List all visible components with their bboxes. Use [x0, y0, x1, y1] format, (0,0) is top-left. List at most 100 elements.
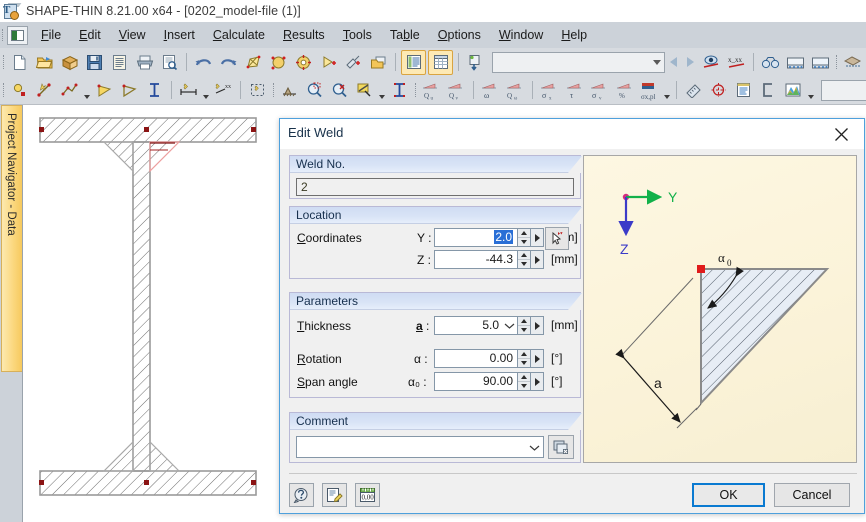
result-omega-icon[interactable]: ω [479, 79, 502, 102]
result-qv-icon[interactable]: Qv [445, 79, 468, 102]
new-file-icon[interactable] [8, 51, 31, 74]
new-polyline-icon[interactable] [58, 79, 81, 102]
menu-item-view[interactable]: View [110, 25, 155, 45]
result-percent-icon[interactable]: % [613, 79, 636, 102]
print-preview-icon[interactable] [158, 51, 181, 74]
open-folder-icon[interactable] [33, 51, 56, 74]
dimension-xx-icon[interactable]: xx [212, 79, 235, 102]
open-package-icon[interactable] [58, 51, 81, 74]
new-element-icon[interactable] [93, 79, 116, 102]
toolbar-grip-4[interactable] [270, 79, 277, 101]
dimension-icon[interactable] [177, 79, 200, 102]
comment-combo[interactable] [296, 436, 544, 458]
notes-icon[interactable] [322, 483, 347, 507]
new-line-icon[interactable] [33, 79, 56, 102]
zoom-window-icon[interactable] [303, 79, 326, 102]
coord-y-spinner[interactable] [518, 228, 531, 247]
result-sigma-xpl-icon[interactable]: σx,pl [638, 79, 661, 102]
coord-z-spin-up[interactable] [518, 251, 530, 259]
rotation-spin-up[interactable] [518, 350, 530, 358]
color-palette-icon[interactable] [782, 79, 805, 102]
binoculars-icon[interactable] [759, 51, 782, 74]
thickness-more-button[interactable] [531, 316, 544, 335]
coord-z-input[interactable]: -44.3 [434, 250, 518, 269]
crop-icon[interactable] [757, 79, 780, 102]
new-polyline-dropdown-icon[interactable] [82, 76, 92, 105]
coord-z-more-button[interactable] [531, 250, 544, 269]
coord-y-input[interactable]: 2.0 [434, 228, 518, 247]
comment-chevron-down-icon[interactable] [527, 439, 541, 456]
select-node-icon[interactable] [267, 51, 290, 74]
print-icon[interactable] [133, 51, 156, 74]
menu-item-window[interactable]: Window [490, 25, 552, 45]
project-navigator-tab[interactable]: Project Navigator - Data [1, 105, 22, 372]
coord-y-more-button[interactable] [531, 228, 544, 247]
ruler-icon[interactable] [682, 79, 705, 102]
menu-item-calculate[interactable]: Calculate [204, 25, 274, 45]
result-qu-icon[interactable]: Qu [420, 79, 443, 102]
nodal-support-icon[interactable] [278, 79, 301, 102]
result-tau-icon[interactable]: τ [563, 79, 586, 102]
dimension-dropdown-icon[interactable] [201, 76, 211, 105]
new-element2-icon[interactable] [118, 79, 141, 102]
edit-section-icon[interactable] [242, 51, 265, 74]
new-node-icon[interactable] [8, 79, 31, 102]
printout-report-icon[interactable] [732, 79, 755, 102]
menu-grip[interactable] [0, 22, 6, 48]
selection-box-icon[interactable] [246, 79, 269, 102]
show-table-icon[interactable] [428, 49, 453, 75]
menu-item-options[interactable]: Options [429, 25, 490, 45]
rotation-input[interactable]: 0.00 [434, 349, 518, 368]
pick-point-icon[interactable] [545, 227, 569, 250]
undo-icon[interactable] [192, 51, 215, 74]
new-window-icon[interactable] [342, 51, 365, 74]
thickness-chevron-down-icon[interactable] [502, 317, 516, 334]
next-icon[interactable] [682, 51, 699, 74]
thickness-spin-up[interactable] [518, 317, 530, 325]
toolbar-combo[interactable] [492, 51, 665, 73]
redo-icon[interactable] [217, 51, 240, 74]
save-all-icon[interactable] [108, 51, 131, 74]
prev-icon[interactable] [665, 51, 682, 74]
thickness-input[interactable]: 5.0 [434, 316, 518, 335]
import-icon[interactable] [464, 51, 487, 74]
add-node-icon[interactable] [317, 51, 340, 74]
units-icon[interactable]: 0,00 [355, 483, 380, 507]
view-icon[interactable] [700, 51, 723, 74]
menu-item-results[interactable]: Results [274, 25, 334, 45]
system-menu-icon[interactable] [7, 25, 28, 45]
help-icon[interactable] [289, 483, 314, 507]
fill-icon[interactable] [353, 79, 376, 102]
toolbar-grip-5[interactable] [412, 79, 419, 101]
toolbar-combo-2[interactable] [821, 79, 866, 101]
coord-y-spin-up[interactable] [518, 229, 530, 237]
toolbar-grip-2[interactable] [833, 51, 840, 73]
menu-item-edit[interactable]: Edit [70, 25, 110, 45]
span-angle-input[interactable]: 90.00 [434, 372, 518, 391]
folder-yellow-icon[interactable] [367, 51, 390, 74]
result-q-omega-icon[interactable]: Qω [504, 79, 527, 102]
rotation-spinner[interactable] [518, 349, 531, 368]
span-angle-more-button[interactable] [531, 372, 544, 391]
menu-item-help[interactable]: Help [552, 25, 596, 45]
span-angle-spin-down[interactable] [518, 381, 530, 390]
coord-y-spin-down[interactable] [518, 237, 530, 246]
rotation-spin-down[interactable] [518, 358, 530, 367]
center-icon[interactable] [707, 79, 730, 102]
snap-grid-icon[interactable] [841, 51, 864, 74]
zoom-reset-icon[interactable] [328, 79, 351, 102]
span-angle-spinner[interactable] [518, 372, 531, 391]
result-dropdown-icon[interactable] [662, 76, 672, 105]
cancel-button[interactable]: Cancel [774, 483, 850, 507]
fill-dropdown-icon[interactable] [377, 76, 387, 105]
render-back-icon[interactable] [809, 51, 832, 74]
menu-item-table[interactable]: Table [381, 25, 429, 45]
comment-library-icon[interactable] [548, 435, 574, 459]
close-icon[interactable] [824, 123, 858, 145]
render-front-icon[interactable] [784, 51, 807, 74]
toolbar-grip-3[interactable] [0, 79, 7, 101]
menu-item-file[interactable]: File [32, 25, 70, 45]
coord-z-spinner[interactable] [518, 250, 531, 269]
select-element-icon[interactable] [292, 51, 315, 74]
thickness-spin-down[interactable] [518, 325, 530, 334]
